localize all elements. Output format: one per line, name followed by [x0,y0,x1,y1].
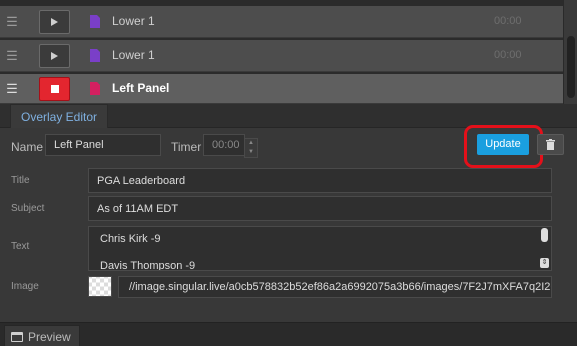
overlay-name: Left Panel [112,81,170,95]
name-input[interactable]: Left Panel [45,134,161,156]
preview-label: Preview [28,329,71,344]
image-thumbnail[interactable] [88,276,112,297]
drag-handle-icon[interactable]: ☰ [0,48,24,64]
document-icon [90,49,100,62]
update-button-highlight [464,125,543,168]
list-scrollbar[interactable] [563,0,577,104]
play-button[interactable] [39,10,70,34]
text-area[interactable]: Chris Kirk -9 Davis Thompson -9 [88,226,552,271]
play-icon [51,52,58,60]
resize-handle-icon[interactable]: ⇕ [540,258,549,268]
text-line: Davis Thompson -9 [100,260,196,271]
bottom-bar: Preview [0,322,577,346]
delete-button[interactable] [537,134,564,155]
overlay-time: 00:00 [494,15,522,27]
overlay-row-selected[interactable]: ☰ Left Panel [0,74,563,104]
document-icon [90,82,100,95]
overlay-time: 00:00 [494,49,522,61]
timer-stepper[interactable]: ▲ ▼ [244,138,258,158]
overlay-row[interactable]: ☰ Lower 1 00:00 [0,40,563,72]
timer-input[interactable]: 00:00 [203,134,245,156]
tab-preview[interactable]: Preview [4,325,80,346]
name-value: Left Panel [54,139,104,151]
title-value: PGA Leaderboard [97,174,186,187]
text-line: Chris Kirk -9 [100,233,161,245]
drag-handle-icon[interactable]: ☰ [0,81,24,97]
timer-value: 00:00 [212,139,240,151]
name-label: Name [11,140,44,154]
image-label: Image [11,281,39,292]
window-icon [11,331,23,342]
tab-overlay-editor[interactable]: Overlay Editor [10,104,109,128]
title-field[interactable]: PGA Leaderboard [88,168,552,193]
chevron-up-icon[interactable]: ▲ [245,139,257,148]
title-label: Title [11,175,30,186]
play-icon [51,18,58,26]
image-url-field[interactable]: //image.singular.live/a0cb578832b52ef86a… [118,276,552,298]
document-icon [90,15,100,28]
play-button[interactable] [39,44,70,68]
image-url-value: //image.singular.live/a0cb578832b52ef86a… [129,281,552,293]
subject-field[interactable]: As of 11AM EDT [88,196,552,221]
drag-handle-icon[interactable]: ☰ [0,14,24,30]
timer-label: Timer [171,140,202,154]
subject-label: Subject [11,203,45,214]
overlay-name: Lower 1 [112,48,155,62]
scrollbar-thumb[interactable] [567,36,575,98]
stop-button[interactable] [39,77,70,101]
textarea-scrollbar[interactable] [541,228,548,242]
overlay-name: Lower 1 [112,14,155,28]
stop-icon [50,85,59,93]
text-label: Text [11,241,30,252]
trash-icon [546,139,555,150]
overlay-row[interactable]: ☰ Lower 1 00:00 [0,6,563,38]
subject-value: As of 11AM EDT [97,202,179,215]
chevron-down-icon[interactable]: ▼ [245,148,257,157]
app-root: ☰ Lower 1 00:00 ☰ Lower 1 00:00 ☰ Left P… [0,0,577,346]
